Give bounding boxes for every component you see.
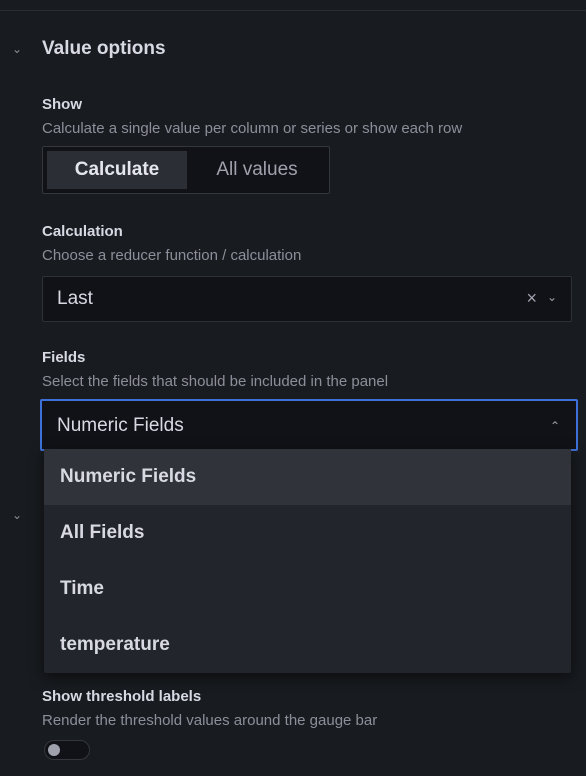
chevron-down-icon: ⌄ bbox=[12, 42, 23, 56]
chevron-up-icon[interactable]: ⌃ bbox=[550, 419, 560, 433]
calculation-label: Calculation bbox=[42, 223, 123, 240]
dropdown-option-temperature[interactable]: temperature bbox=[44, 617, 571, 673]
calculation-description: Choose a reducer function / calculation bbox=[42, 247, 302, 264]
show-option-all-values[interactable]: All values bbox=[189, 151, 325, 189]
show-option-calculate[interactable]: Calculate bbox=[47, 151, 187, 189]
fields-description: Select the fields that should be include… bbox=[42, 373, 389, 390]
dropdown-option-all-fields[interactable]: All Fields bbox=[44, 505, 571, 561]
show-radio-group: Calculate All values bbox=[42, 146, 330, 194]
chevron-down-icon[interactable]: ⌄ bbox=[547, 290, 557, 304]
calculation-value: Last bbox=[57, 288, 93, 309]
dropdown-option-numeric-fields[interactable]: Numeric Fields bbox=[44, 449, 571, 505]
show-description: Calculate a single value per column or s… bbox=[42, 120, 463, 137]
threshold-labels-toggle[interactable] bbox=[44, 740, 90, 760]
fields-label: Fields bbox=[42, 349, 86, 366]
toggle-knob bbox=[48, 744, 60, 756]
chevron-down-icon[interactable]: ⌄ bbox=[12, 508, 22, 522]
value-options-header[interactable]: ⌄ Value options bbox=[0, 30, 586, 70]
fields-dropdown-menu: Numeric Fields All Fields Time temperatu… bbox=[44, 449, 571, 673]
fields-select[interactable]: Numeric Fields ⌃ bbox=[40, 399, 578, 451]
close-icon[interactable]: × bbox=[526, 288, 537, 309]
dropdown-option-time[interactable]: Time bbox=[44, 561, 571, 617]
section-title: Value options bbox=[42, 38, 166, 59]
fields-value: Numeric Fields bbox=[57, 415, 184, 436]
calculation-select[interactable]: Last × ⌄ bbox=[42, 276, 572, 322]
divider bbox=[0, 10, 586, 11]
threshold-labels-label: Show threshold labels bbox=[42, 688, 202, 705]
threshold-labels-description: Render the threshold values around the g… bbox=[42, 712, 378, 729]
show-label: Show bbox=[42, 96, 82, 113]
